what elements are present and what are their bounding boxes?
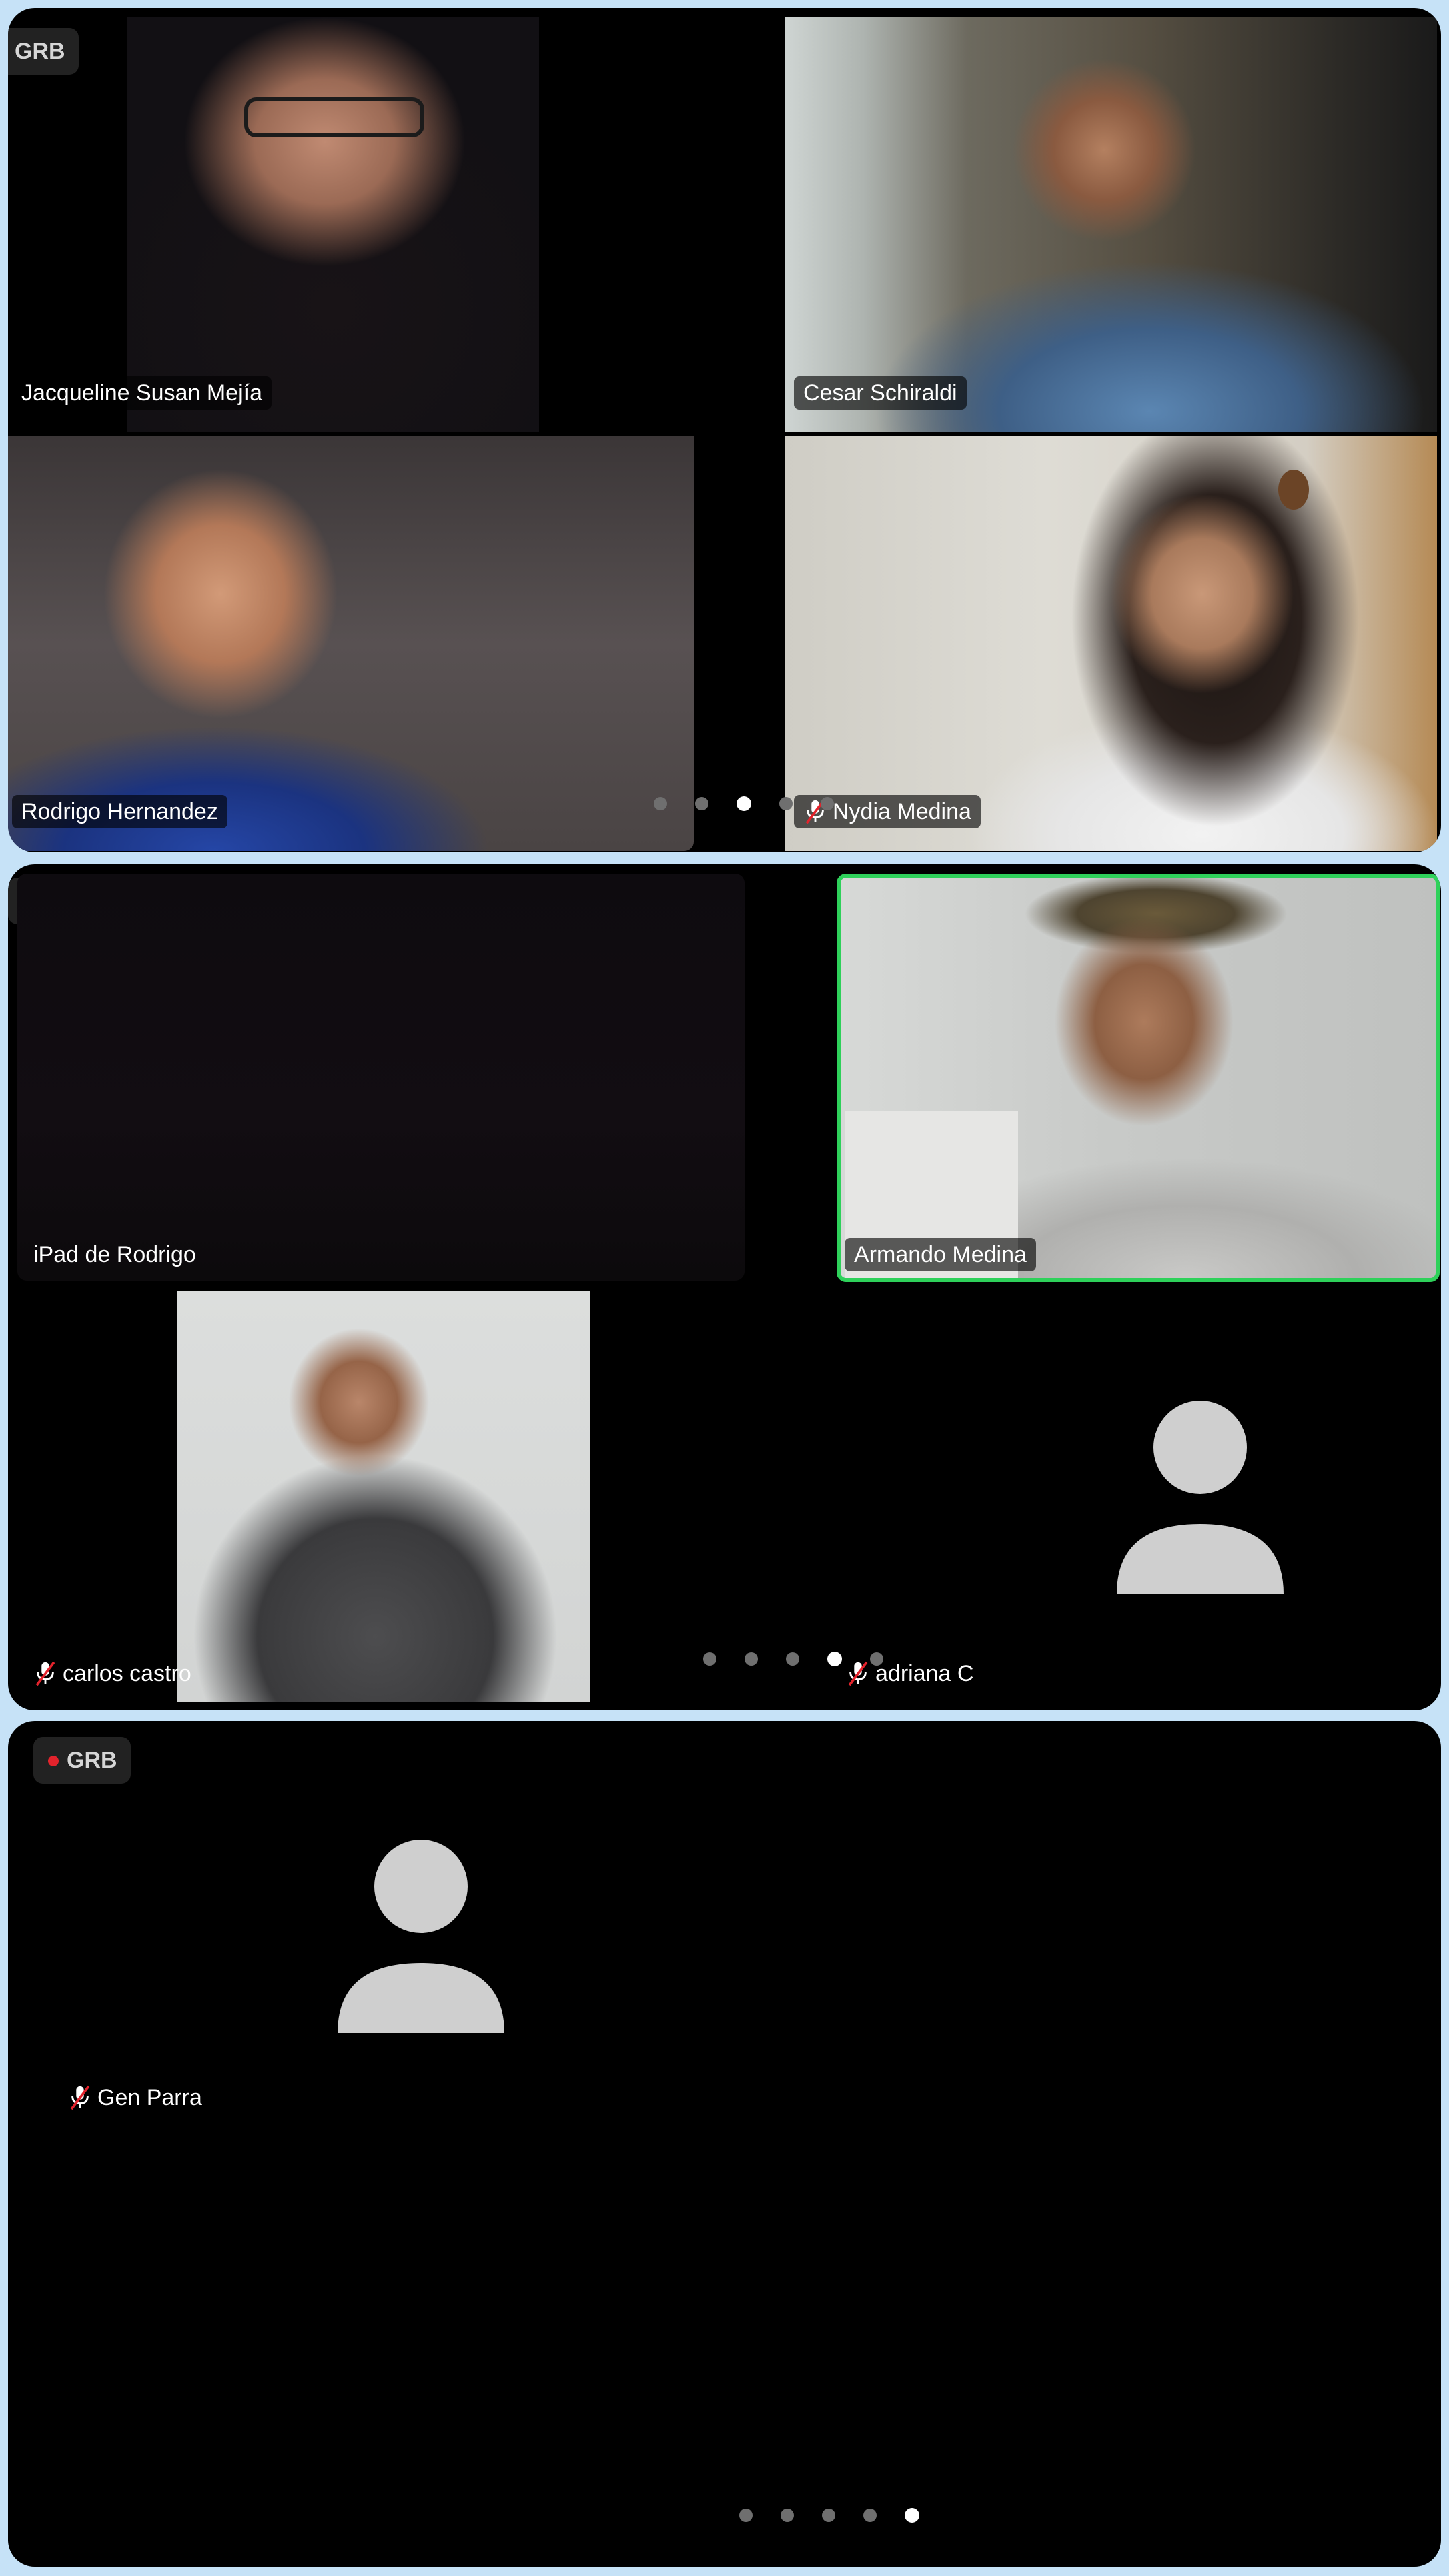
name-label-carlos: carlos castro (33, 1657, 191, 1690)
video-tile-armando[interactable] (837, 874, 1440, 1282)
recording-indicator[interactable]: GRB (8, 28, 79, 75)
person-avatar-icon (338, 1840, 504, 2033)
page-dot-5-active[interactable] (905, 2508, 919, 2523)
page-dot-3[interactable] (822, 2509, 835, 2522)
name-label-armando: Armando Medina (845, 1238, 1036, 1271)
page-dot-1[interactable] (703, 1652, 716, 1666)
video-tile-nydia[interactable] (785, 436, 1437, 851)
name-label-cesar: Cesar Schiraldi (794, 376, 967, 410)
name-label-ipad-rodrigo: iPad de Rodrigo (33, 1242, 196, 1267)
page-dot-2[interactable] (695, 797, 708, 810)
page-indicator[interactable] (654, 796, 834, 811)
glasses-shape (244, 97, 424, 137)
page-dot-5[interactable] (870, 1652, 883, 1666)
muted-mic-icon (33, 1660, 57, 1687)
gallery-page-1: GRB Jacqueline Susan Mejía Cesar Schiral… (8, 8, 1441, 852)
video-tile-rodrigo[interactable] (8, 436, 694, 851)
page-dot-1[interactable] (654, 797, 667, 810)
name-label-gen: Gen Parra (68, 2081, 202, 2114)
person-avatar-icon (1117, 1401, 1284, 1594)
name-label-jacqueline: Jacqueline Susan Mejía (12, 376, 272, 410)
page-dot-5[interactable] (821, 797, 834, 810)
video-tile-carlos[interactable] (177, 1291, 590, 1702)
page-dot-1[interactable] (739, 2509, 753, 2522)
page-dot-4-active[interactable] (827, 1652, 842, 1666)
video-tile-jacqueline[interactable] (127, 17, 539, 432)
page-indicator[interactable] (739, 2508, 919, 2523)
video-tile-cesar[interactable] (785, 17, 1437, 432)
name-label-rodrigo: Rodrigo Hernandez (12, 795, 227, 828)
gallery-page-2: GRB iPad de Rodrigo Armando Medina carlo… (8, 864, 1441, 1710)
page-dot-3-active[interactable] (737, 796, 751, 811)
gallery-page-3: GRB Gen Parra (8, 1721, 1441, 2567)
page-dot-4[interactable] (779, 797, 793, 810)
page-dot-4[interactable] (863, 2509, 877, 2522)
page-indicator[interactable] (703, 1652, 883, 1666)
video-tile-ipad-rodrigo[interactable] (17, 874, 745, 1281)
page-dot-2[interactable] (781, 2509, 794, 2522)
page-dot-2[interactable] (745, 1652, 758, 1666)
recording-indicator[interactable]: GRB (33, 1737, 131, 1784)
muted-mic-icon (68, 2084, 92, 2111)
recording-dot-icon (48, 1756, 59, 1766)
wall-clock (1278, 470, 1309, 510)
page-dot-3[interactable] (786, 1652, 799, 1666)
